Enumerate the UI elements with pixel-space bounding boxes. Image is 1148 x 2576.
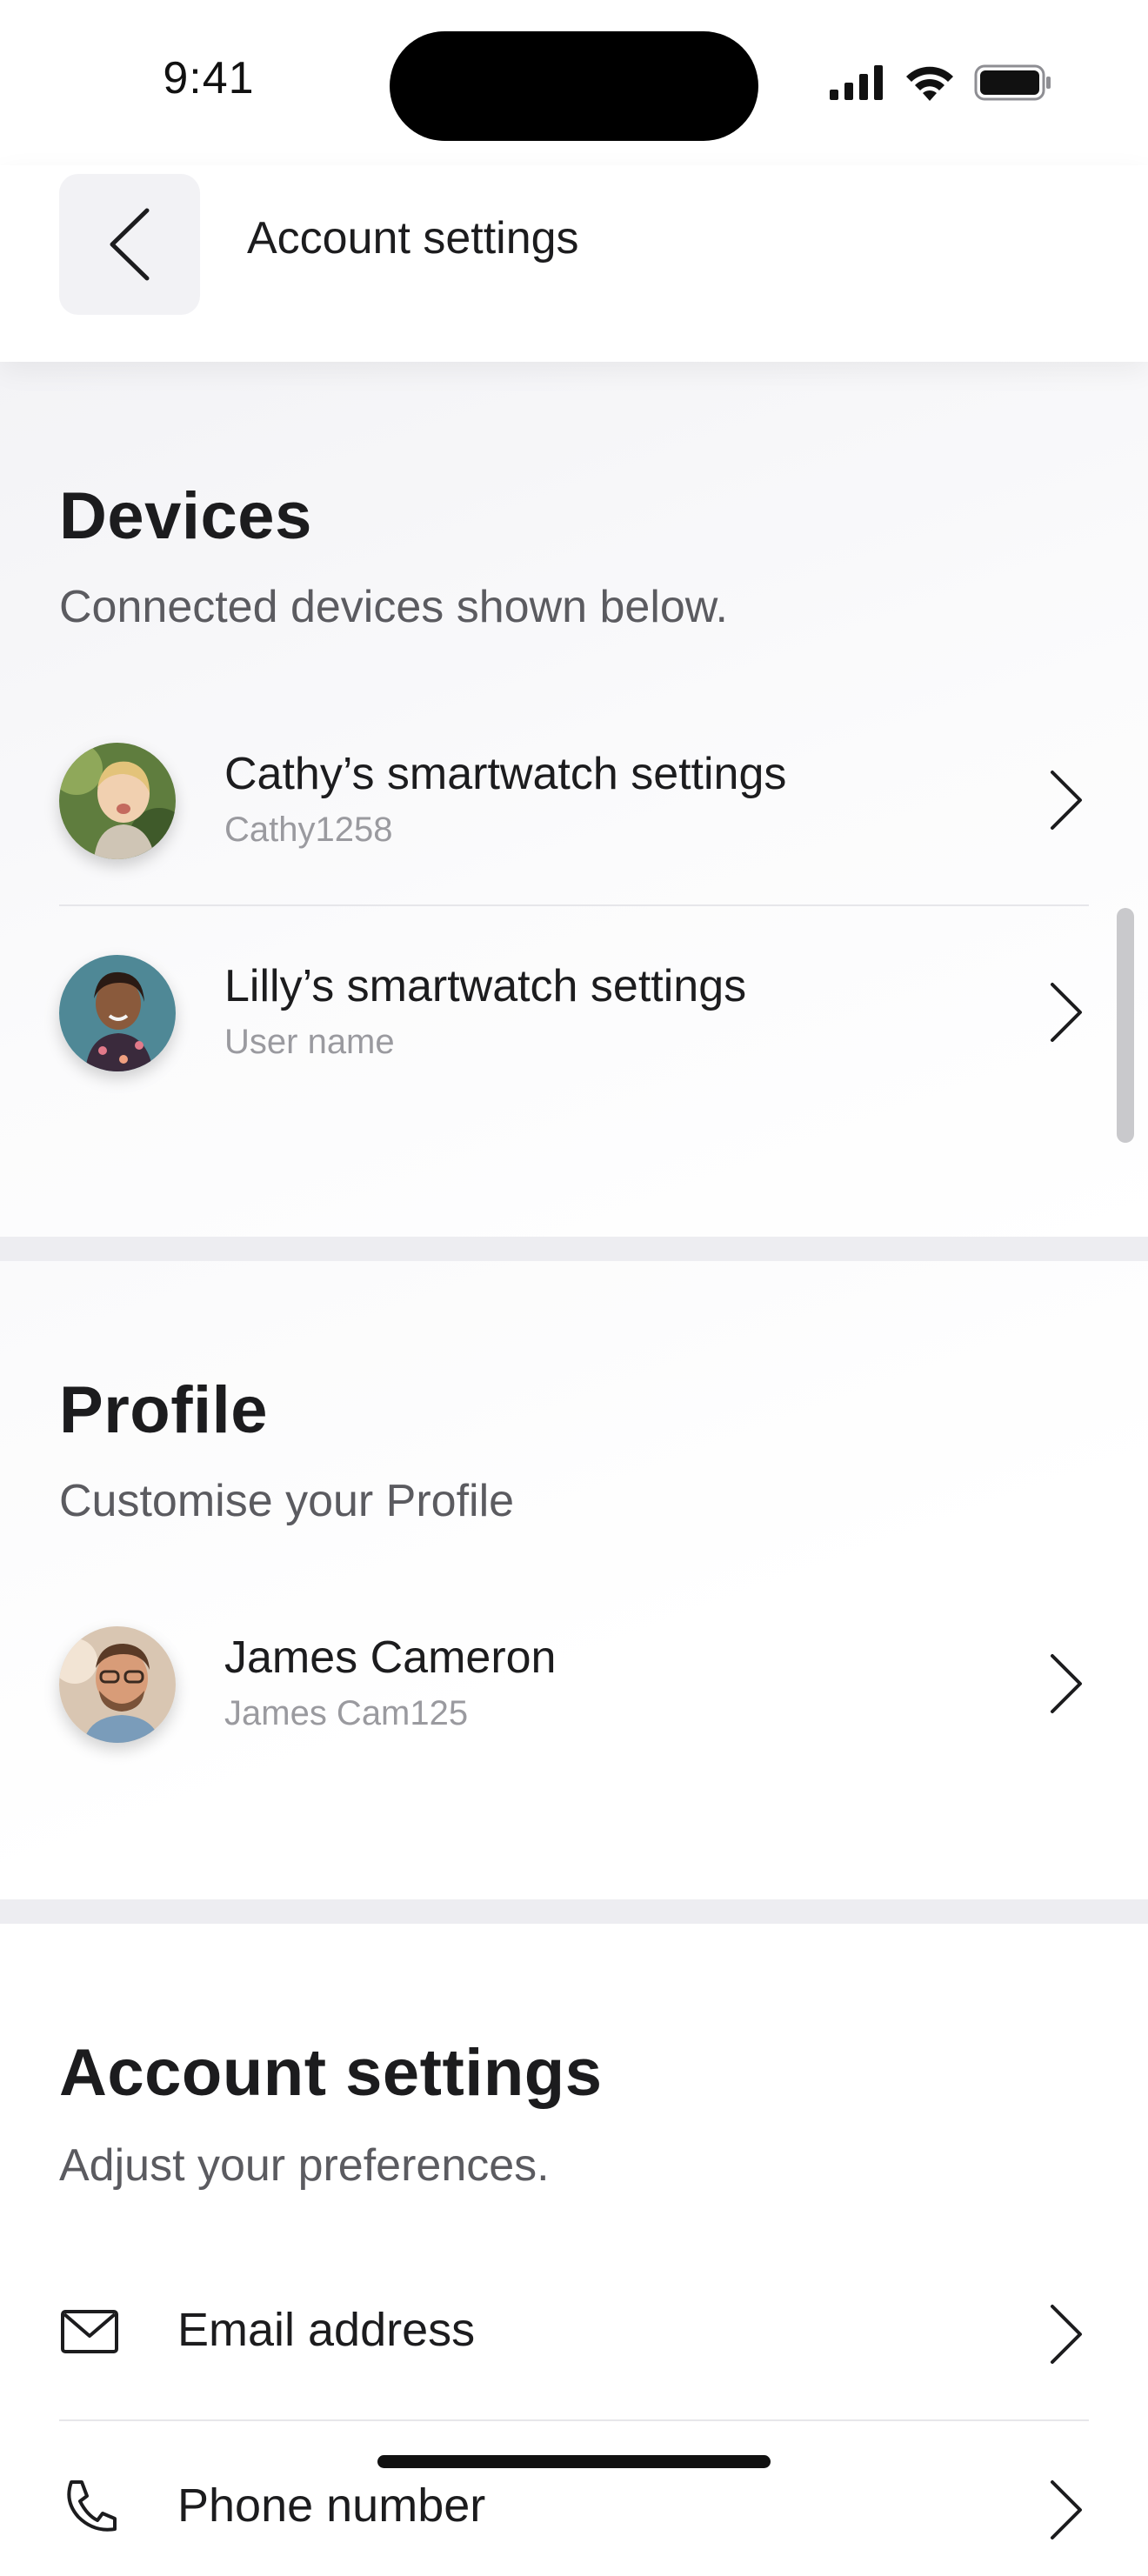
scrollbar[interactable] xyxy=(1117,908,1134,1143)
avatar-cathy xyxy=(59,743,176,859)
device-row-cathy[interactable]: Cathy’s smartwatch settings Cathy1258 xyxy=(59,722,1089,878)
mail-icon xyxy=(61,2310,118,2353)
account-subtitle: Adjust your preferences. xyxy=(59,2140,550,2191)
profile-heading: Profile xyxy=(59,1373,268,1447)
list-divider xyxy=(59,2419,1089,2421)
avatar-james xyxy=(59,1626,176,1743)
chevron-right-icon xyxy=(1051,2305,1082,2364)
email-address-row[interactable]: Email address xyxy=(59,2261,1089,2400)
page-title: Account settings xyxy=(247,213,579,264)
profile-name: James Cameron xyxy=(224,1632,557,1683)
list-divider xyxy=(59,904,1089,906)
email-address-label: Email address xyxy=(177,2304,476,2356)
chevron-right-icon xyxy=(1051,1654,1082,1713)
account-settings-section: Account settings Adjust your preferences… xyxy=(0,1924,1148,2539)
account-heading: Account settings xyxy=(59,2036,603,2110)
chevron-right-icon xyxy=(1051,2480,1082,2539)
chevron-right-icon xyxy=(1051,771,1082,830)
wifi-icon xyxy=(906,66,953,101)
battery-icon xyxy=(974,64,1051,101)
chevron-left-icon xyxy=(110,208,150,281)
avatar-lilly xyxy=(59,955,176,1071)
devices-subtitle: Connected devices shown below. xyxy=(59,582,728,632)
profile-subtitle: Customise your Profile xyxy=(59,1476,515,1526)
profile-row-james[interactable]: James Cameron James Cam125 xyxy=(59,1605,1089,1762)
status-time: 9:41 xyxy=(163,53,255,103)
device-row-username: User name xyxy=(224,1023,395,1061)
device-row-title: Cathy’s smartwatch settings xyxy=(224,749,787,799)
status-bar: 9:41 xyxy=(0,0,1148,165)
back-button[interactable] xyxy=(59,174,200,315)
home-indicator[interactable] xyxy=(377,2455,771,2468)
profile-username: James Cam125 xyxy=(224,1694,469,1732)
dynamic-island xyxy=(390,31,758,141)
devices-heading: Devices xyxy=(59,479,312,553)
device-row-title: Lilly’s smartwatch settings xyxy=(224,961,747,1011)
chevron-right-icon xyxy=(1051,983,1082,1042)
device-row-lilly[interactable]: Lilly’s smartwatch settings User name xyxy=(59,934,1089,1091)
top-app-bar: Account settings xyxy=(0,165,1148,362)
section-divider xyxy=(0,1237,1148,1261)
profile-section: Profile Customise your Profile James Cam… xyxy=(0,1261,1148,1900)
phone-number-label: Phone number xyxy=(177,2479,486,2532)
status-icons xyxy=(830,64,1052,101)
cellular-signal-icon xyxy=(830,65,883,100)
devices-section: Devices Connected devices shown below. C… xyxy=(0,362,1148,1237)
phone-icon xyxy=(67,2480,117,2532)
device-row-username: Cathy1258 xyxy=(224,811,393,849)
section-divider xyxy=(0,1899,1148,1924)
